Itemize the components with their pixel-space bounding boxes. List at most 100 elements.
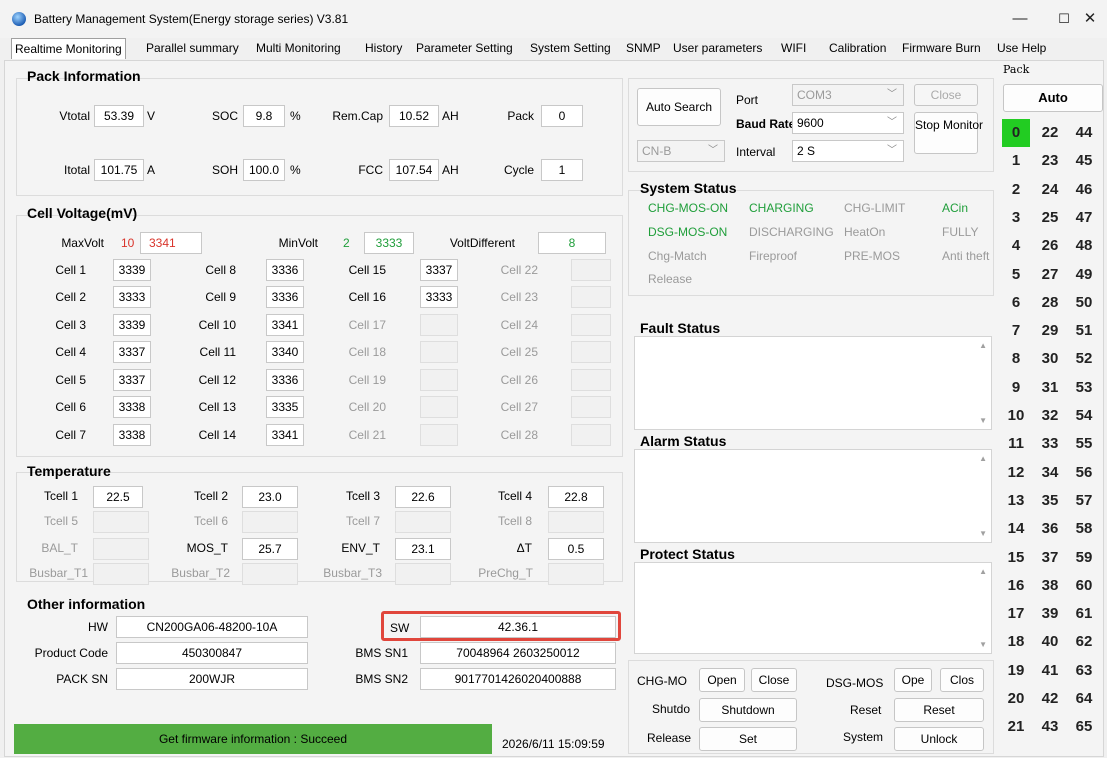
pack-item-26[interactable]: 26 xyxy=(1036,232,1064,260)
protect-status-list[interactable]: ▲ ▼ xyxy=(634,562,992,654)
dsg-mos-close-button[interactable]: Clos xyxy=(940,668,984,692)
pack-item-31[interactable]: 31 xyxy=(1036,374,1064,402)
pack-item-38[interactable]: 38 xyxy=(1036,572,1064,600)
tab-use-help[interactable]: Use Help xyxy=(997,38,1046,59)
scroll-down-icon[interactable]: ▼ xyxy=(979,416,987,425)
pack-item-55[interactable]: 55 xyxy=(1070,430,1098,458)
pack-item-62[interactable]: 62 xyxy=(1070,628,1098,656)
pack-item-28[interactable]: 28 xyxy=(1036,289,1064,317)
fault-status-list[interactable]: ▲ ▼ xyxy=(634,336,992,430)
dsg-mos-open-button[interactable]: Ope xyxy=(894,668,932,692)
pack-item-59[interactable]: 59 xyxy=(1070,544,1098,572)
pack-item-50[interactable]: 50 xyxy=(1070,289,1098,317)
pack-item-0[interactable]: 0 xyxy=(1002,119,1030,147)
pack-item-43[interactable]: 43 xyxy=(1036,713,1064,741)
pack-item-8[interactable]: 8 xyxy=(1002,345,1030,373)
pack-item-58[interactable]: 58 xyxy=(1070,515,1098,543)
alarm-status-list[interactable]: ▲ ▼ xyxy=(634,449,992,543)
pack-item-20[interactable]: 20 xyxy=(1002,685,1030,713)
tab-calibration[interactable]: Calibration xyxy=(829,38,886,59)
baud-select[interactable]: 9600 ﹀ xyxy=(792,112,904,134)
auto-pack-button[interactable]: Auto xyxy=(1003,84,1103,112)
pack-item-14[interactable]: 14 xyxy=(1002,515,1030,543)
pack-item-30[interactable]: 30 xyxy=(1036,345,1064,373)
pack-item-65[interactable]: 65 xyxy=(1070,713,1098,741)
pack-item-16[interactable]: 16 xyxy=(1002,572,1030,600)
pack-item-23[interactable]: 23 xyxy=(1036,147,1064,175)
pack-item-36[interactable]: 36 xyxy=(1036,515,1064,543)
tab-multi-monitoring[interactable]: Multi Monitoring xyxy=(256,38,341,59)
tab-user-parameters[interactable]: User parameters xyxy=(673,38,762,59)
pack-item-60[interactable]: 60 xyxy=(1070,572,1098,600)
pack-item-7[interactable]: 7 xyxy=(1002,317,1030,345)
pack-item-34[interactable]: 34 xyxy=(1036,459,1064,487)
auto-search-button[interactable]: Auto Search xyxy=(637,88,721,126)
pack-item-39[interactable]: 39 xyxy=(1036,600,1064,628)
pack-item-44[interactable]: 44 xyxy=(1070,119,1098,147)
pack-item-9[interactable]: 9 xyxy=(1002,374,1030,402)
pack-item-48[interactable]: 48 xyxy=(1070,232,1098,260)
interval-select[interactable]: 2 S ﹀ xyxy=(792,140,904,162)
close-port-button[interactable]: Close xyxy=(914,84,978,106)
stop-monitor-button[interactable]: Stop Monitor xyxy=(914,112,983,154)
pack-item-53[interactable]: 53 xyxy=(1070,374,1098,402)
pack-item-37[interactable]: 37 xyxy=(1036,544,1064,572)
tab-firmware-burn[interactable]: Firmware Burn xyxy=(902,38,981,59)
pack-item-4[interactable]: 4 xyxy=(1002,232,1030,260)
close-button[interactable]: ✕ xyxy=(1068,6,1107,32)
pack-item-47[interactable]: 47 xyxy=(1070,204,1098,232)
chg-mos-close-button[interactable]: Close xyxy=(751,668,797,692)
chg-mos-open-button[interactable]: Open xyxy=(699,668,745,692)
pack-item-41[interactable]: 41 xyxy=(1036,657,1064,685)
pack-item-21[interactable]: 21 xyxy=(1002,713,1030,741)
pack-item-35[interactable]: 35 xyxy=(1036,487,1064,515)
pack-item-51[interactable]: 51 xyxy=(1070,317,1098,345)
pack-item-57[interactable]: 57 xyxy=(1070,487,1098,515)
pack-item-42[interactable]: 42 xyxy=(1036,685,1064,713)
tab-parameter-setting[interactable]: Parameter Setting xyxy=(416,38,513,59)
pack-item-56[interactable]: 56 xyxy=(1070,459,1098,487)
tab-wifi[interactable]: WIFI xyxy=(781,38,806,59)
port-select[interactable]: COM3 ﹀ xyxy=(792,84,904,106)
pack-item-3[interactable]: 3 xyxy=(1002,204,1030,232)
tab-snmp[interactable]: SNMP xyxy=(626,38,661,59)
pack-item-10[interactable]: 10 xyxy=(1002,402,1030,430)
shutdown-button[interactable]: Shutdown xyxy=(699,698,797,722)
scroll-up-icon[interactable]: ▲ xyxy=(979,341,987,350)
unlock-button[interactable]: Unlock xyxy=(894,727,984,751)
scroll-down-icon[interactable]: ▼ xyxy=(979,529,987,538)
pack-item-32[interactable]: 32 xyxy=(1036,402,1064,430)
scroll-down-icon[interactable]: ▼ xyxy=(979,640,987,649)
pack-item-54[interactable]: 54 xyxy=(1070,402,1098,430)
pack-item-1[interactable]: 1 xyxy=(1002,147,1030,175)
pack-item-22[interactable]: 22 xyxy=(1036,119,1064,147)
pack-item-33[interactable]: 33 xyxy=(1036,430,1064,458)
reset-button[interactable]: Reset xyxy=(894,698,984,722)
scroll-up-icon[interactable]: ▲ xyxy=(979,567,987,576)
tab-history[interactable]: History xyxy=(365,38,402,59)
pack-item-27[interactable]: 27 xyxy=(1036,261,1064,289)
pack-item-49[interactable]: 49 xyxy=(1070,261,1098,289)
pack-item-61[interactable]: 61 xyxy=(1070,600,1098,628)
tab-parallel-summary[interactable]: Parallel summary xyxy=(146,38,239,59)
pack-item-52[interactable]: 52 xyxy=(1070,345,1098,373)
set-button[interactable]: Set xyxy=(699,727,797,751)
protocol-select[interactable]: CN-B ﹀ xyxy=(637,140,725,162)
pack-item-18[interactable]: 18 xyxy=(1002,628,1030,656)
pack-item-46[interactable]: 46 xyxy=(1070,176,1098,204)
pack-item-13[interactable]: 13 xyxy=(1002,487,1030,515)
minimize-button[interactable]: — xyxy=(1000,6,1040,32)
pack-item-2[interactable]: 2 xyxy=(1002,176,1030,204)
tab-realtime-monitoring[interactable]: Realtime Monitoring xyxy=(11,38,126,59)
pack-item-24[interactable]: 24 xyxy=(1036,176,1064,204)
pack-item-45[interactable]: 45 xyxy=(1070,147,1098,175)
pack-item-15[interactable]: 15 xyxy=(1002,544,1030,572)
scroll-up-icon[interactable]: ▲ xyxy=(979,454,987,463)
pack-item-64[interactable]: 64 xyxy=(1070,685,1098,713)
pack-item-5[interactable]: 5 xyxy=(1002,261,1030,289)
pack-item-19[interactable]: 19 xyxy=(1002,657,1030,685)
pack-item-40[interactable]: 40 xyxy=(1036,628,1064,656)
pack-item-6[interactable]: 6 xyxy=(1002,289,1030,317)
pack-item-11[interactable]: 11 xyxy=(1002,430,1030,458)
tab-system-setting[interactable]: System Setting xyxy=(530,38,611,59)
